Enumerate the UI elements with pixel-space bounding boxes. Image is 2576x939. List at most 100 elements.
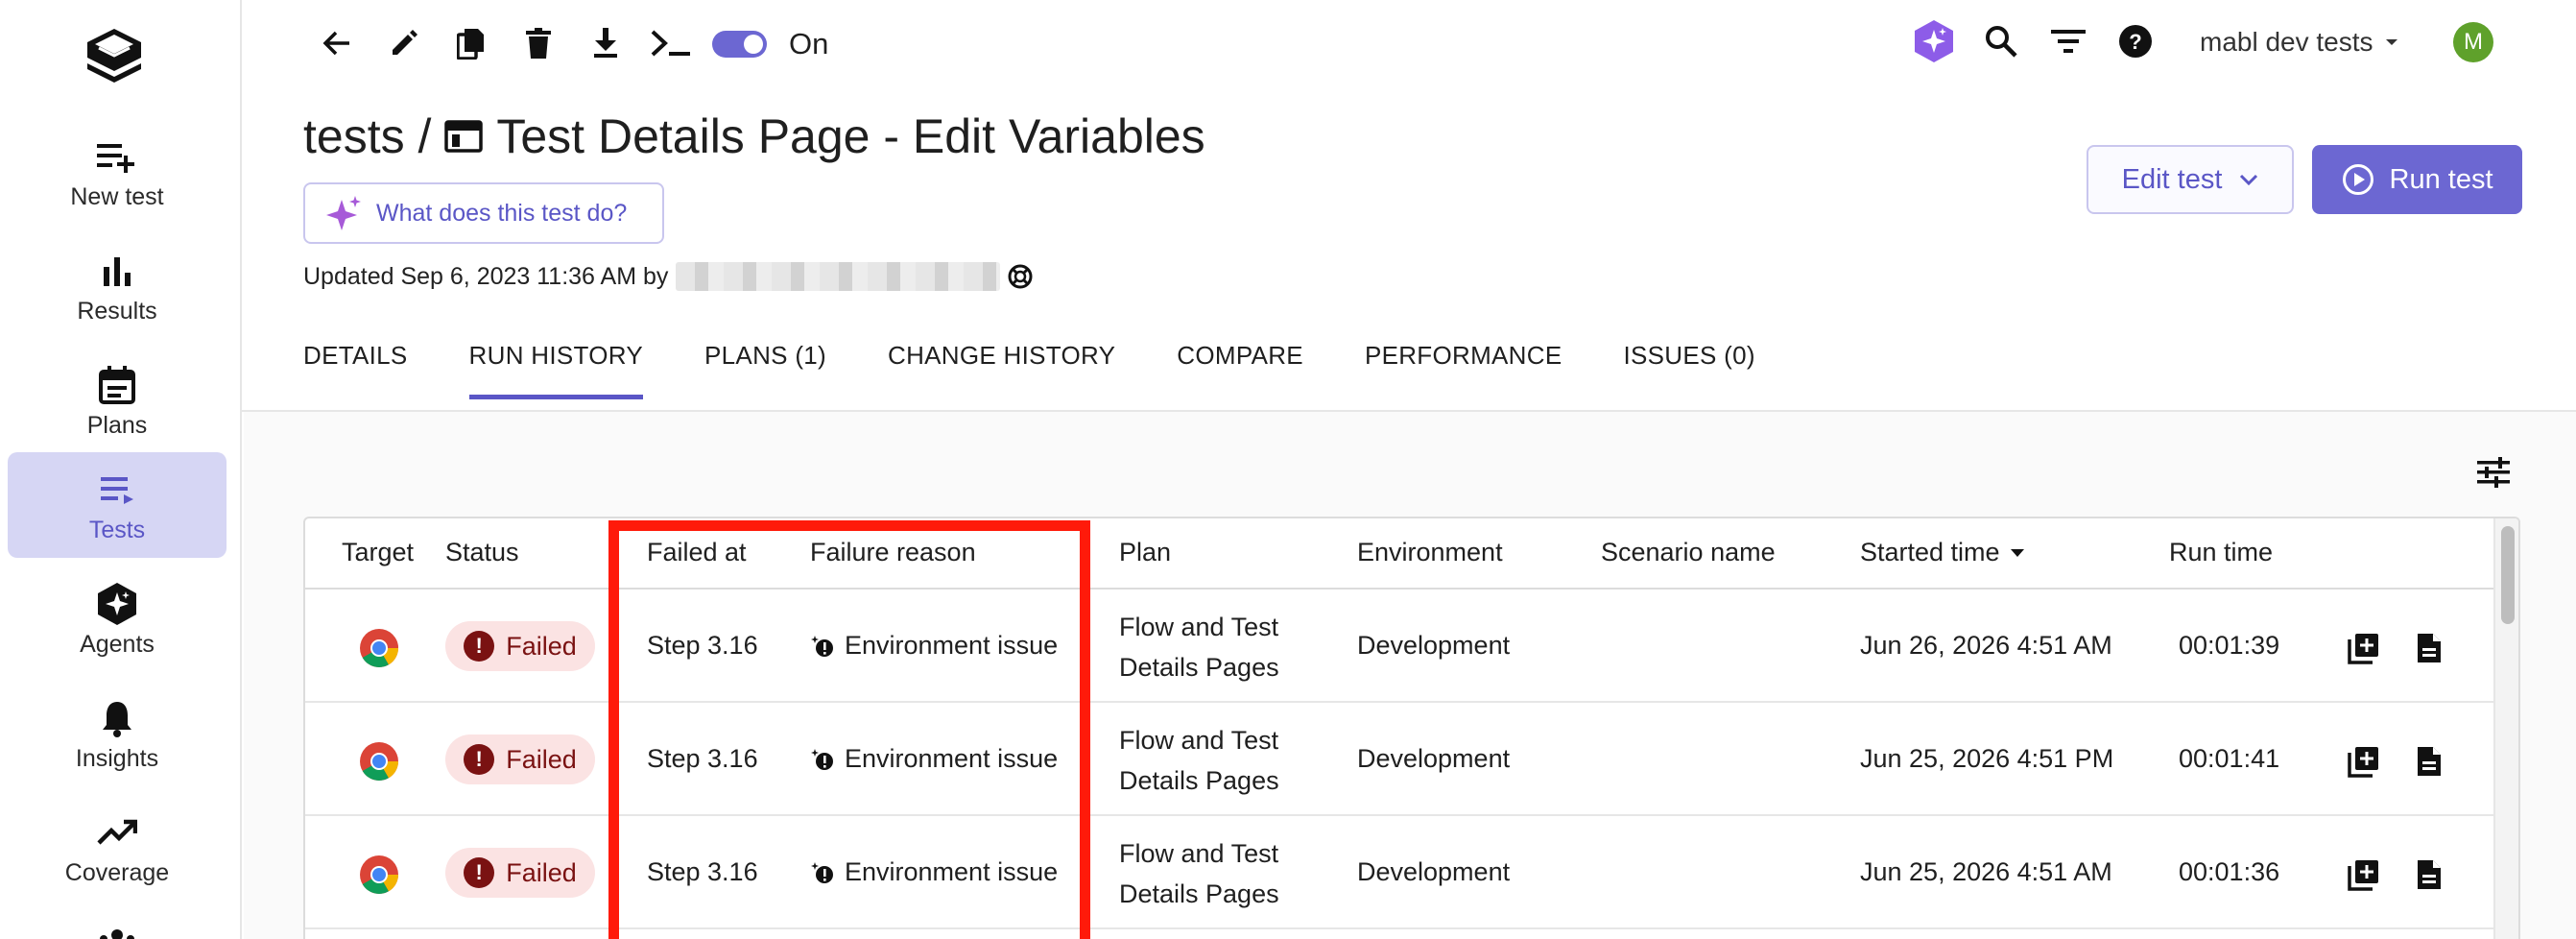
search-icon[interactable] <box>1979 19 2023 63</box>
ask-label: What does this test do? <box>376 199 628 227</box>
updated-text: Updated Sep 6, 2023 11:36 AM by <box>303 262 669 290</box>
failure-reason-text: Environment issue <box>845 744 1059 773</box>
sidebar-item-coverage[interactable]: Coverage <box>8 795 227 901</box>
tab-performance[interactable]: PERFORMANCE <box>1365 341 1562 399</box>
error-icon: ! <box>464 857 495 888</box>
failure-reason-cell: Environment issue <box>810 744 1058 774</box>
mabl-logo-icon[interactable] <box>83 27 145 84</box>
column-header-plan[interactable]: Plan <box>1119 538 1171 567</box>
table-scrollbar[interactable] <box>2493 518 2518 939</box>
sidebar-item-agents[interactable]: Agents <box>8 566 227 672</box>
plan-cell[interactable]: Flow and Test Details Pages <box>1119 720 1279 801</box>
toggle-knob <box>744 35 763 54</box>
sparkle-icon <box>324 194 363 232</box>
sidebar-item-label: Agents <box>80 631 155 658</box>
run-time-cell: 00:01:41 <box>2179 744 2280 773</box>
failed-at-cell: Step 3.16 <box>647 631 758 660</box>
add-to-plan-icon[interactable] <box>2344 855 2384 895</box>
column-header-failure-reason[interactable]: Failure reason <box>810 538 976 567</box>
tab-plans[interactable]: PLANS (1) <box>704 341 826 399</box>
agent-sparkle-icon <box>96 583 138 625</box>
edit-pencil-icon[interactable] <box>382 21 426 65</box>
toggle-label: On <box>789 27 829 60</box>
sidebar-item-results[interactable]: Results <box>8 233 227 339</box>
column-header-scenario-name[interactable]: Scenario name <box>1601 538 1776 567</box>
sidebar-item-insights[interactable]: Insights <box>8 681 227 786</box>
back-arrow-icon[interactable] <box>315 21 359 65</box>
breadcrumb[interactable]: tests / <box>303 108 431 164</box>
tab-bar: DETAILS RUN HISTORY PLANS (1) CHANGE HIS… <box>303 341 1817 399</box>
run-test-button[interactable]: Run test <box>2312 145 2522 214</box>
sidebar-item-label: New test <box>70 183 164 210</box>
tab-issues[interactable]: ISSUES (0) <box>1623 341 1754 399</box>
status-text: Failed <box>506 744 577 774</box>
started-time-label: Started time <box>1860 538 2000 566</box>
tab-details[interactable]: DETAILS <box>303 341 408 399</box>
plan-cell[interactable]: Flow and Test Details Pages <box>1119 833 1279 914</box>
failure-reason-cell: Environment issue <box>810 631 1058 661</box>
add-to-plan-icon[interactable] <box>2344 628 2384 668</box>
sidebar: New test Results Plans Tests Agents Insi… <box>0 0 242 939</box>
help-icon[interactable]: ? <box>2113 19 2158 63</box>
page-title: tests / Test Details Page - Edit Variabl… <box>303 108 1205 164</box>
status-badge: ! Failed <box>445 848 595 898</box>
filter-icon[interactable] <box>2046 19 2090 63</box>
environment-issue-icon <box>810 634 835 659</box>
environment-cell: Development <box>1357 631 1511 660</box>
run-history-table: Target Status Failed at Failure reason P… <box>303 517 2520 939</box>
download-icon[interactable] <box>584 21 628 65</box>
column-header-run-time[interactable]: Run time <box>2169 538 2273 567</box>
tab-run-history[interactable]: RUN HISTORY <box>468 341 644 399</box>
environment-cell: Development <box>1357 857 1511 886</box>
table-row[interactable]: ! Failed Step 3.16 Environment issue Flo… <box>305 816 2493 929</box>
scrollbar-thumb[interactable] <box>2501 526 2515 624</box>
ai-assistant-icon[interactable] <box>1912 19 1956 63</box>
error-icon: ! <box>464 631 495 662</box>
edit-test-button[interactable]: Edit test <box>2087 145 2294 214</box>
sidebar-item-plans[interactable]: Plans <box>8 348 227 453</box>
table-row[interactable]: ! Failed Step 3.16 Environment issue Flo… <box>305 590 2493 703</box>
list-icon <box>96 469 138 511</box>
sidebar-item-tests[interactable]: Tests <box>8 452 227 558</box>
terminal-icon[interactable] <box>649 21 693 65</box>
add-to-plan-icon[interactable] <box>2344 741 2384 782</box>
column-header-target[interactable]: Target <box>342 538 414 567</box>
column-header-started-time[interactable]: Started time <box>1860 538 2025 567</box>
enabled-toggle[interactable] <box>712 31 767 58</box>
started-time-cell: Jun 26, 2026 4:51 AM <box>1860 631 2112 660</box>
workspace-name: mabl dev tests <box>2200 27 2373 57</box>
column-header-environment[interactable]: Environment <box>1357 538 1503 567</box>
view-output-document-icon[interactable] <box>2409 741 2449 782</box>
plan-cell[interactable]: Flow and Test Details Pages <box>1119 607 1279 687</box>
copy-icon[interactable] <box>449 21 493 65</box>
column-header-failed-at[interactable]: Failed at <box>647 538 747 567</box>
plan-name-line-2: Details Pages <box>1119 766 1279 795</box>
calendar-icon <box>96 364 138 406</box>
tab-change-history[interactable]: CHANGE HISTORY <box>888 341 1115 399</box>
failure-reason-text: Environment issue <box>845 631 1059 660</box>
sidebar-item-label: Coverage <box>64 859 170 886</box>
environment-issue-icon <box>810 747 835 772</box>
delete-trash-icon[interactable] <box>516 21 561 65</box>
workspace-selector[interactable]: mabl dev tests <box>2200 27 2398 58</box>
bar-chart-icon <box>96 250 138 292</box>
test-name: Test Details Page - Edit Variables <box>496 109 1205 163</box>
sidebar-item-new-test[interactable]: New test <box>8 119 227 225</box>
sidebar-more-icon[interactable] <box>96 922 138 939</box>
plan-name-line-2: Details Pages <box>1119 653 1279 682</box>
started-time-cell: Jun 25, 2026 4:51 AM <box>1860 857 2112 886</box>
view-output-document-icon[interactable] <box>2409 628 2449 668</box>
what-does-test-do-button[interactable]: What does this test do? <box>303 182 664 244</box>
column-header-status[interactable]: Status <box>445 538 519 567</box>
avatar[interactable]: M <box>2453 22 2493 62</box>
view-output-document-icon[interactable] <box>2409 855 2449 895</box>
failed-at-cell: Step 3.16 <box>647 857 758 886</box>
failure-reason-text: Environment issue <box>845 857 1059 886</box>
error-icon: ! <box>464 744 495 775</box>
tab-compare[interactable]: COMPARE <box>1177 341 1303 399</box>
table-row[interactable]: ! Failed Step 3.16 Environment issue Flo… <box>305 703 2493 816</box>
updated-info: Updated Sep 6, 2023 11:36 AM by <box>303 262 1033 291</box>
plan-name-line-1: Flow and Test <box>1119 726 1279 755</box>
column-settings-icon[interactable] <box>2472 451 2515 494</box>
sort-desc-icon <box>2010 548 2025 558</box>
